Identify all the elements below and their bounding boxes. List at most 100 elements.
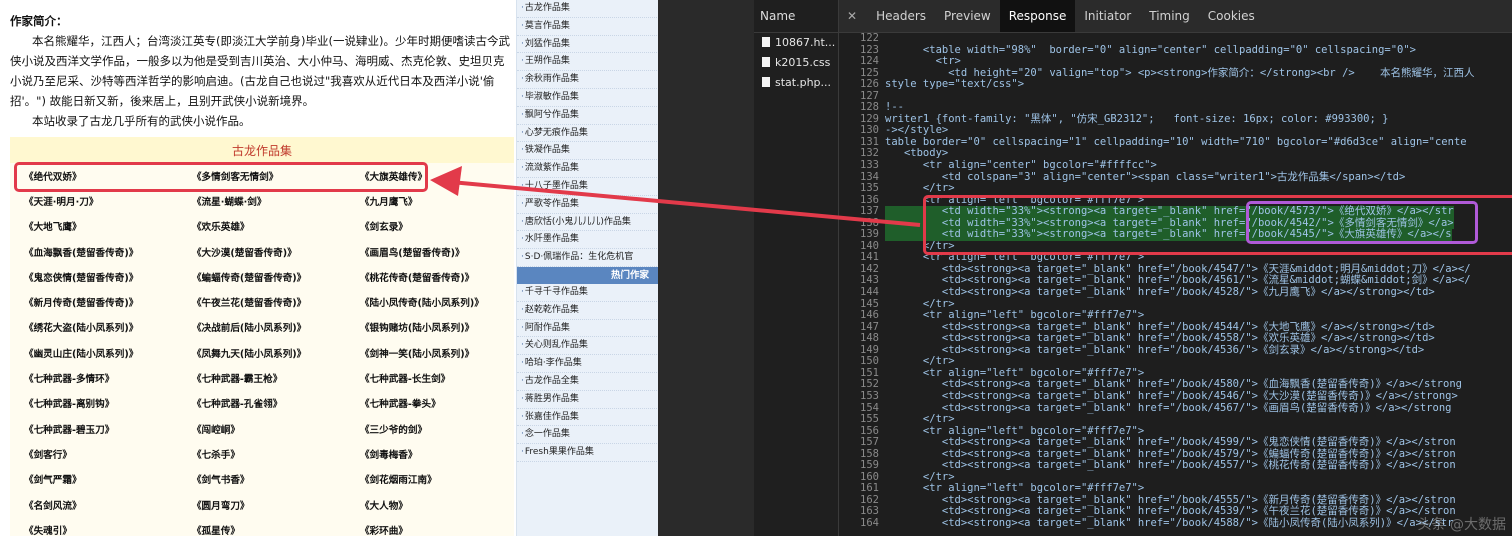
sidebar-item[interactable]: 千寻千寻作品集 bbox=[517, 284, 659, 302]
tab-timing[interactable]: Timing bbox=[1140, 0, 1199, 32]
book-link[interactable]: 《七种武器-孔雀翎》 bbox=[178, 396, 346, 410]
sidebar-item[interactable]: 毕淑敏作品集 bbox=[517, 89, 659, 107]
book-link[interactable]: 《午夜兰花(楚留香传奇)》 bbox=[178, 295, 346, 309]
sidebar-item[interactable]: 哈珀·李作品集 bbox=[517, 355, 659, 373]
sidebar-item[interactable]: 蒋胜男作品集 bbox=[517, 391, 659, 409]
sidebar-item[interactable]: 古龙作品集 bbox=[517, 0, 659, 18]
book-link[interactable]: 《剑花烟雨江南》 bbox=[346, 472, 514, 486]
sidebar-item[interactable]: 古龙作品全集 bbox=[517, 373, 659, 391]
request-item[interactable]: k2015.css bbox=[754, 53, 838, 73]
code-text: <td><strong><a target="_blank" href="/bo… bbox=[885, 516, 1454, 529]
book-link[interactable]: 《七种武器-霸王枪》 bbox=[178, 371, 346, 385]
book-row: 《剑气严霜》 《剑气书香》 《剑花烟雨江南》 bbox=[10, 467, 514, 492]
book-link[interactable]: 《剑毒梅香》 bbox=[346, 447, 514, 461]
file-list: 10867.ht... k2015.css stat.php... bbox=[754, 33, 838, 93]
book-link[interactable]: 《孤星传》 bbox=[178, 523, 346, 536]
book-link[interactable]: 《七种武器-碧玉刀》 bbox=[10, 422, 178, 436]
book-link[interactable]: 《画眉鸟(楚留香传奇)》 bbox=[346, 245, 514, 259]
sidebar-item[interactable]: 唐欣恬(小鬼儿儿儿)作品集 bbox=[517, 214, 659, 232]
book-link[interactable]: 《大沙漠(楚留香传奇)》 bbox=[178, 245, 346, 259]
tab-response[interactable]: Response bbox=[999, 0, 1076, 32]
file-icon bbox=[762, 57, 770, 67]
book-link[interactable]: 《鬼恋侠情(楚留香传奇)》 bbox=[10, 270, 178, 284]
tabs: Headers Preview Response Initiator Timing Coo… bbox=[867, 0, 1264, 32]
intro-heading: 作家简介： bbox=[10, 14, 68, 28]
sidebar-item[interactable]: 水阡墨作品集 bbox=[517, 231, 659, 250]
book-link[interactable]: 《七种武器-长生剑》 bbox=[346, 371, 514, 385]
sidebar-item[interactable]: 铁凝作品集 bbox=[517, 142, 659, 161]
book-link[interactable]: 《流星·蝴蝶·剑》 bbox=[178, 194, 346, 208]
sidebar-item[interactable]: S·D·佩瑞作品：生化危机官 bbox=[517, 249, 659, 267]
book-link[interactable]: 《七种武器-拳头》 bbox=[346, 396, 514, 410]
sidebar-item[interactable]: 流潋紫作品集 bbox=[517, 160, 659, 178]
book-row: 《绣花大盗(陆小凤系列)》 《决战前后(陆小凤系列)》 《银钩赌坊(陆小凤系列)》 bbox=[10, 315, 514, 340]
book-link[interactable]: 《九月鹰飞》 bbox=[346, 194, 514, 208]
code-text: <tr align="left" bgcolor="#fff7e7"> bbox=[885, 309, 1145, 322]
line-number: 135 bbox=[860, 182, 879, 195]
code-line: 127 bbox=[839, 90, 1512, 103]
response-code-view[interactable]: 122 123 <table width="98%" border="0" ali… bbox=[839, 33, 1512, 536]
sidebar-item[interactable]: 阿耐作品集 bbox=[517, 320, 659, 338]
book-link[interactable]: 《幽灵山庄(陆小凤系列)》 bbox=[10, 346, 178, 360]
request-item[interactable]: stat.php... bbox=[754, 73, 838, 93]
code-text: <td><strong><a target="_blank" href="/bo… bbox=[885, 459, 1456, 472]
request-name: stat.php... bbox=[775, 76, 832, 89]
sidebar-item[interactable]: 心梦无痕作品集 bbox=[517, 125, 659, 143]
name-column-header[interactable]: Name bbox=[754, 0, 838, 33]
sidebar-item[interactable]: 严歌苓作品集 bbox=[517, 196, 659, 214]
book-row: 《七种武器-碧玉刀》 《闯崆峒》 《三少爷的剑》 bbox=[10, 416, 514, 441]
sidebar-item[interactable]: Fresh果果作品集 bbox=[517, 444, 659, 462]
sidebar-item[interactable]: 念一作品集 bbox=[517, 426, 659, 445]
sidebar-item[interactable]: 刘猛作品集 bbox=[517, 36, 659, 54]
sidebar-item[interactable]: 余秋雨作品集 bbox=[517, 71, 659, 89]
book-link[interactable]: 《蝙蝠传奇(楚留香传奇)》 bbox=[178, 270, 346, 284]
book-link[interactable]: 《七种武器-离别钩》 bbox=[10, 396, 178, 410]
sidebar-item[interactable]: 王朔作品集 bbox=[517, 53, 659, 72]
book-link[interactable]: 《绣花大盗(陆小凤系列)》 bbox=[10, 320, 178, 334]
book-link[interactable]: 《剑玄录》 bbox=[346, 219, 514, 233]
tab-headers[interactable]: Headers bbox=[867, 0, 935, 32]
tab-initiator[interactable]: Initiator bbox=[1075, 0, 1140, 32]
request-item[interactable]: 10867.ht... bbox=[754, 33, 838, 53]
code-text: writer1 {font-family: "黑体", "仿宋_GB2312";… bbox=[885, 112, 1389, 125]
book-link[interactable]: 《失魂引》 bbox=[10, 523, 178, 536]
book-link[interactable]: 《剑气书香》 bbox=[178, 472, 346, 486]
sidebar-item[interactable]: 关心则乱作品集 bbox=[517, 337, 659, 356]
book-link[interactable]: 《天涯·明月·刀》 bbox=[10, 194, 178, 208]
highlight-box-href bbox=[1246, 201, 1478, 244]
book-link[interactable]: 《名剑风流》 bbox=[10, 498, 178, 512]
tab-preview[interactable]: Preview bbox=[935, 0, 1000, 32]
book-link[interactable]: 《陆小凤传奇(陆小凤系列)》 bbox=[346, 295, 514, 309]
book-link[interactable]: 《剑气严霜》 bbox=[10, 472, 178, 486]
book-link[interactable]: 《欢乐英雄》 bbox=[178, 219, 346, 233]
book-link[interactable]: 《新月传奇(楚留香传奇)》 bbox=[10, 295, 178, 309]
book-link[interactable]: 《彩环曲》 bbox=[346, 523, 514, 536]
line-number: 155 bbox=[860, 413, 879, 426]
book-link[interactable]: 《七种武器-多情环》 bbox=[10, 371, 178, 385]
sidebar-item[interactable]: 飘阿兮作品集 bbox=[517, 107, 659, 125]
intro-paragraph: 本名熊耀华，江西人；台湾淡江英专(即淡江大学前身)毕业(一说肄业)。少年时期便嗜… bbox=[10, 34, 510, 108]
book-link[interactable]: 《闯崆峒》 bbox=[178, 422, 346, 436]
sidebar-item[interactable]: 张嘉佳作品集 bbox=[517, 409, 659, 427]
book-link[interactable]: 《三少爷的剑》 bbox=[346, 422, 514, 436]
line-number: 153 bbox=[860, 389, 879, 402]
sidebar-item[interactable]: 赵乾乾作品集 bbox=[517, 302, 659, 320]
book-row: 《鬼恋侠情(楚留香传奇)》 《蝙蝠传奇(楚留香传奇)》 《桃花传奇(楚留香传奇)》 bbox=[10, 264, 514, 289]
book-link[interactable]: 《桃花传奇(楚留香传奇)》 bbox=[346, 270, 514, 284]
book-link[interactable]: 《血海飘香(楚留香传奇)》 bbox=[10, 245, 178, 259]
book-link[interactable]: 《圆月弯刀》 bbox=[178, 498, 346, 512]
book-link[interactable]: 《七杀手》 bbox=[178, 447, 346, 461]
book-link[interactable]: 《剑客行》 bbox=[10, 447, 178, 461]
book-link[interactable]: 《大人物》 bbox=[346, 498, 514, 512]
sidebar-item[interactable]: 十八子墨作品集 bbox=[517, 178, 659, 196]
book-link[interactable]: 《银钩赌坊(陆小凤系列)》 bbox=[346, 320, 514, 334]
request-name: k2015.css bbox=[775, 56, 831, 69]
close-icon[interactable]: ✕ bbox=[839, 9, 867, 23]
sidebar-item[interactable]: 莫言作品集 bbox=[517, 18, 659, 36]
book-link[interactable]: 《剑神一笑(陆小凤系列)》 bbox=[346, 346, 514, 360]
book-link[interactable]: 《大地飞鹰》 bbox=[10, 219, 178, 233]
line-number: 164 bbox=[860, 516, 879, 529]
book-link[interactable]: 《凤舞九天(陆小凤系列)》 bbox=[178, 346, 346, 360]
book-link[interactable]: 《决战前后(陆小凤系列)》 bbox=[178, 320, 346, 334]
tab-cookies[interactable]: Cookies bbox=[1199, 0, 1264, 32]
